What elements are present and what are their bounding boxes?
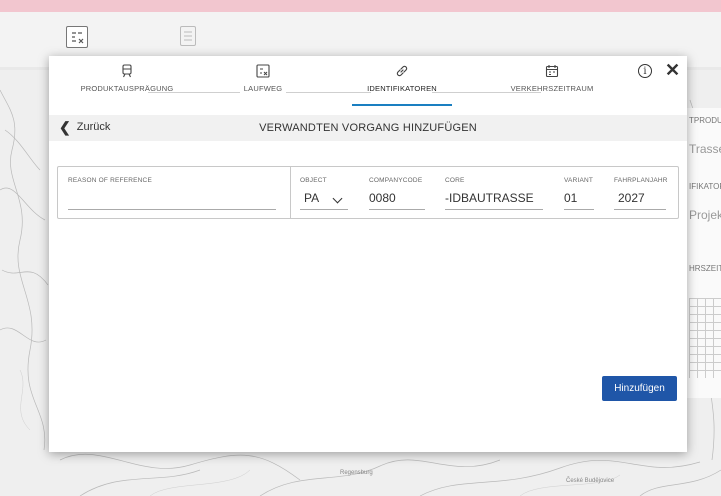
step-produktauspraegung[interactable]: PRODUKTAUSPRÄGUNG (67, 64, 187, 93)
info-icon[interactable]: i (638, 64, 652, 78)
chevron-left-icon: ❮ (59, 119, 71, 135)
add-button[interactable]: Hinzufügen (602, 376, 677, 401)
add-related-process-dialog: PRODUKTAUSPRÄGUNG LAUFWEG IDENTIFIKATORE… (49, 56, 687, 452)
object-select[interactable]: PA (304, 191, 319, 205)
reason-label: REASON OF REFERENCE (68, 177, 152, 184)
chevron-down-icon[interactable] (332, 193, 343, 204)
bg-panel-label: HRSZEIT (689, 264, 721, 273)
reference-form: REASON OF REFERENCE OBJECT PA COMPANYCOD… (57, 166, 679, 219)
step-label: IDENTIFIKATOREN (367, 84, 437, 93)
fahrplanjahr-label: FAHRPLANJAHR (614, 177, 668, 184)
background-right-panel: TPRODU Trasse IFIKATOR Projek HRSZEIT (686, 108, 721, 398)
core-input-line[interactable] (445, 209, 543, 210)
step-label: LAUFWEG (243, 84, 283, 93)
link-icon (395, 64, 409, 78)
object-label: OBJECT (300, 177, 327, 184)
companycode-label: COMPANYCODE (369, 177, 423, 184)
map-label-ceske-budejovice: České Budějovice (566, 478, 615, 484)
step-verkehrszeitraum[interactable]: VERKEHRSZEITRAUM (492, 64, 612, 93)
variant-input-line[interactable] (564, 209, 594, 210)
form-divider (290, 167, 291, 218)
variant-input[interactable]: 01 (564, 191, 577, 205)
step-label: VERKEHRSZEITRAUM (510, 84, 594, 93)
step-identifikatoren[interactable]: IDENTIFIKATOREN (342, 64, 462, 93)
step-laufweg[interactable]: LAUFWEG (203, 64, 323, 93)
calendar-icon (545, 64, 559, 78)
bg-panel-label: IFIKATOR (689, 182, 721, 191)
route-map-icon (256, 64, 270, 78)
bg-panel-label: TPRODU (689, 116, 721, 125)
core-label: CORE (445, 177, 465, 184)
companycode-input[interactable]: 0080 (369, 191, 396, 205)
background-document-icon (180, 26, 196, 46)
close-icon[interactable]: ✕ (665, 61, 680, 79)
bg-panel-value: Trasse (689, 142, 721, 156)
bg-calendar-grid (689, 298, 721, 378)
train-icon (120, 64, 134, 78)
back-label: Zurück (76, 121, 111, 133)
top-pink-bar (0, 0, 721, 12)
fahrplanjahr-input[interactable]: 2027 (618, 191, 645, 205)
bg-panel-value: Projek (689, 208, 721, 222)
active-step-indicator (352, 104, 452, 106)
core-input[interactable]: -IDBAUTRASSE (445, 191, 534, 205)
map-label-regensburg: Regensburg (340, 470, 373, 476)
reason-input-line[interactable] (68, 209, 276, 210)
fahrplanjahr-input-line[interactable] (614, 209, 666, 210)
background-route-map-icon (66, 26, 88, 48)
dialog-subheader: VERWANDTEN VORGANG HINZUFÜGEN ❮ Zurück (49, 115, 687, 141)
companycode-input-line[interactable] (369, 209, 425, 210)
dialog-title: VERWANDTEN VORGANG HINZUFÜGEN (259, 122, 477, 134)
variant-label: VARIANT (564, 177, 594, 184)
step-label: PRODUKTAUSPRÄGUNG (80, 84, 174, 93)
object-select-line[interactable] (300, 209, 348, 210)
stepper: PRODUKTAUSPRÄGUNG LAUFWEG IDENTIFIKATORE… (49, 56, 687, 106)
back-button[interactable]: ❮ Zurück (59, 119, 111, 135)
